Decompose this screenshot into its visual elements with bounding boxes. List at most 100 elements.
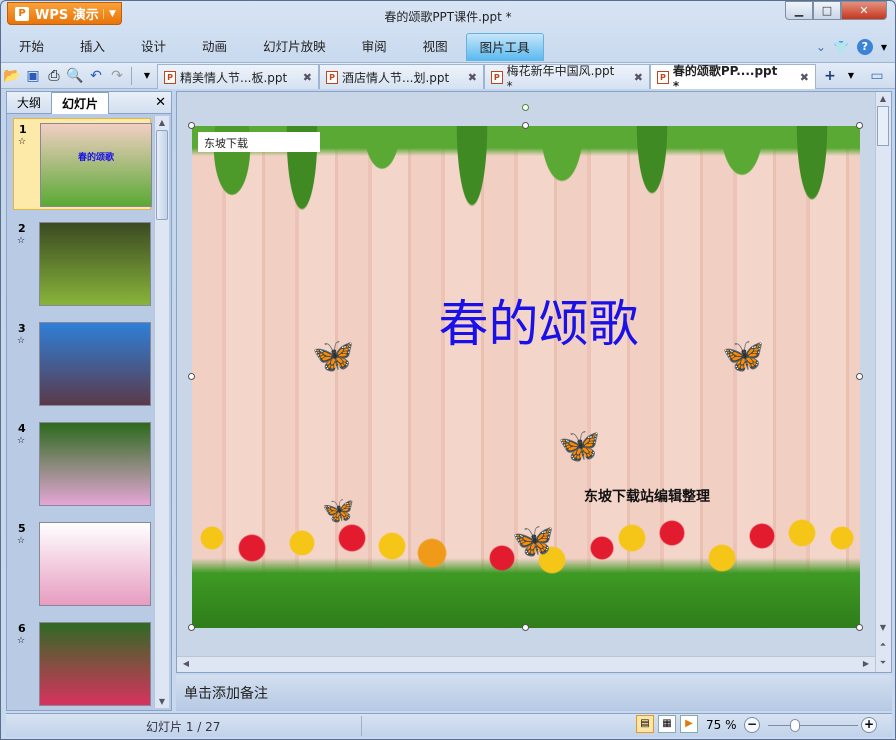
zoom-in-button[interactable]: + (861, 717, 877, 733)
close-tab-icon[interactable]: ✖ (293, 71, 312, 84)
doc-tab-active[interactable]: P 春的颂歌PP....ppt * ✖ (650, 64, 816, 93)
slide-number: 4 (18, 422, 26, 435)
resize-handle[interactable] (856, 373, 863, 380)
tab-animation[interactable]: 动画 (184, 33, 245, 61)
slide-thumbnail[interactable]: 2 ☆ (13, 218, 151, 310)
doc-tab-label: 春的颂歌PP....ppt * (672, 63, 778, 93)
zoom-slider-thumb[interactable] (790, 719, 800, 732)
open-icon[interactable]: 📂 (2, 66, 22, 86)
slide-thumbnail[interactable]: 4 ☆ (13, 418, 151, 510)
animation-star-icon: ☆ (17, 236, 26, 246)
divider (361, 716, 362, 736)
scroll-down-icon[interactable]: ▼ (155, 697, 169, 706)
resize-handle[interactable] (188, 624, 195, 631)
undo-icon[interactable]: ↶ (86, 66, 106, 86)
slide-thumbnail[interactable]: 5 ☆ (13, 518, 151, 610)
slide-editor: 东坡下载 春的颂歌 东坡下载站编辑整理 🦋 🦋 🦋 🦋 🦋 ◀ ▶ ▲ ▼ ⏶ ⏷ (176, 91, 892, 673)
save-icon[interactable]: ▣ (23, 66, 43, 86)
slide-thumbnail[interactable]: 3 ☆ (13, 318, 151, 410)
new-tab-button[interactable]: + (820, 66, 840, 86)
window-title: 春的颂歌PPT课件.ppt * (384, 10, 512, 24)
separator (131, 66, 132, 85)
slides-panel: 大纲 幻灯片 ✕ 1 ☆ 春的颂歌 2 ☆ 3 ☆ 4 ☆ 5 ☆ 6 ☆ ▲ ▼ (6, 91, 172, 711)
butterfly-icon: 🦋 (722, 336, 765, 376)
close-panel-icon[interactable]: ✕ (155, 95, 166, 110)
resize-handle[interactable] (188, 122, 195, 129)
title-bar: P WPS 演示 ▼ 春的颂歌PPT课件.ppt * ▁ □ ✕ (1, 1, 895, 31)
tab-view[interactable]: 视图 (405, 33, 466, 61)
skin-icon[interactable]: 👕 (834, 40, 849, 54)
close-tab-icon[interactable]: ✖ (624, 71, 643, 84)
scroll-right-icon[interactable]: ▶ (859, 659, 873, 668)
scroll-thumb[interactable] (156, 130, 168, 220)
next-slide-icon[interactable]: ⏷ (876, 658, 890, 668)
animation-star-icon: ☆ (17, 336, 26, 346)
vertical-scrollbar[interactable]: ▲ ▼ ⏶ ⏷ (875, 92, 891, 672)
doc-tab-label: 酒店情人节...划.ppt (342, 70, 450, 85)
doc-tab-label: 精美情人节...板.ppt (180, 70, 288, 85)
notes-pane[interactable]: 单击添加备注 (176, 675, 892, 711)
ppt-file-icon: P (491, 70, 503, 84)
maximize-button[interactable]: □ (813, 1, 841, 20)
chevron-down-icon[interactable]: ▼ (841, 66, 861, 86)
slide-thumbnail[interactable]: 1 ☆ 春的颂歌 (13, 118, 152, 210)
thumbnail-scrollbar[interactable]: ▲ ▼ (154, 116, 169, 708)
thumbnail-image (39, 322, 151, 406)
slide-number: 3 (18, 322, 26, 335)
source-label[interactable]: 东坡下载 (198, 132, 320, 152)
slide-thumbnail[interactable]: 6 ☆ (13, 618, 151, 710)
ppt-file-icon: P (326, 70, 338, 84)
prev-slide-icon[interactable]: ⏶ (876, 640, 890, 650)
doc-tab[interactable]: P 酒店情人节...划.ppt ✖ (319, 64, 484, 89)
tab-outline[interactable]: 大纲 (7, 92, 51, 114)
slide-subtitle[interactable]: 东坡下载站编辑整理 (584, 486, 710, 506)
redo-icon[interactable]: ↷ (107, 66, 127, 86)
zoom-level: 75 % (706, 718, 737, 732)
animation-star-icon: ☆ (17, 536, 26, 546)
window-layout-icon[interactable]: ▭ (867, 66, 887, 86)
scroll-up-icon[interactable]: ▲ (876, 94, 890, 103)
zoom-out-button[interactable]: − (744, 717, 760, 733)
tab-design[interactable]: 设计 (123, 33, 184, 61)
thumbnail-image (39, 622, 151, 706)
tab-home[interactable]: 开始 (1, 33, 62, 61)
help-icon[interactable]: ? (856, 39, 873, 55)
normal-view-icon[interactable]: ▤ (636, 715, 654, 733)
resize-handle[interactable] (522, 624, 529, 631)
close-button[interactable]: ✕ (841, 1, 887, 20)
horizontal-scrollbar[interactable]: ◀ ▶ (177, 656, 875, 672)
close-tab-icon[interactable]: ✖ (458, 71, 477, 84)
zoom-slider-track[interactable] (768, 725, 858, 726)
minimize-button[interactable]: ▁ (785, 1, 813, 20)
slide-sorter-icon[interactable]: ▦ (658, 715, 676, 733)
resize-handle[interactable] (856, 122, 863, 129)
tab-picture-tools[interactable]: 图片工具 (465, 33, 544, 61)
close-tab-icon[interactable]: ✖ (790, 71, 809, 84)
slide-canvas[interactable]: 东坡下载 春的颂歌 东坡下载站编辑整理 🦋 🦋 🦋 🦋 🦋 (192, 126, 860, 628)
app-window: P WPS 演示 ▼ 春的颂歌PPT课件.ppt * ▁ □ ✕ 开始 插入 设计 动画… (0, 0, 896, 740)
print-preview-icon[interactable]: 🔍 (65, 66, 85, 86)
tab-slides[interactable]: 幻灯片 (51, 91, 110, 114)
tab-insert[interactable]: 插入 (62, 33, 123, 61)
chevron-down-icon[interactable]: ▼ (881, 43, 887, 52)
doc-tab[interactable]: P 精美情人节...板.ppt ✖ (157, 64, 319, 89)
scroll-down-icon[interactable]: ▼ (876, 623, 890, 632)
tab-slideshow[interactable]: 幻灯片放映 (245, 33, 344, 61)
resize-handle[interactable] (188, 373, 195, 380)
resize-handle[interactable] (522, 122, 529, 129)
slideshow-icon[interactable]: ▶ (680, 715, 698, 733)
customize-dropdown-icon[interactable]: ▼ (137, 66, 157, 86)
animation-star-icon: ☆ (17, 436, 26, 446)
print-icon[interactable]: ⎙ (44, 66, 64, 86)
scroll-left-icon[interactable]: ◀ (179, 659, 193, 668)
scroll-up-icon[interactable]: ▲ (155, 118, 169, 127)
butterfly-icon: 🦋 (558, 426, 601, 466)
slide-number: 6 (18, 622, 26, 635)
resize-handle[interactable] (856, 624, 863, 631)
tab-review[interactable]: 审阅 (344, 33, 405, 61)
rotate-handle[interactable] (522, 104, 529, 111)
doc-tab[interactable]: P 梅花新年中国风.ppt * ✖ (484, 64, 650, 93)
scroll-thumb[interactable] (877, 106, 889, 146)
collapse-ribbon-icon[interactable]: ⌄ (816, 40, 826, 54)
ribbon-tabs: 开始 插入 设计 动画 幻灯片放映 审阅 视图 图片工具 (1, 33, 895, 61)
